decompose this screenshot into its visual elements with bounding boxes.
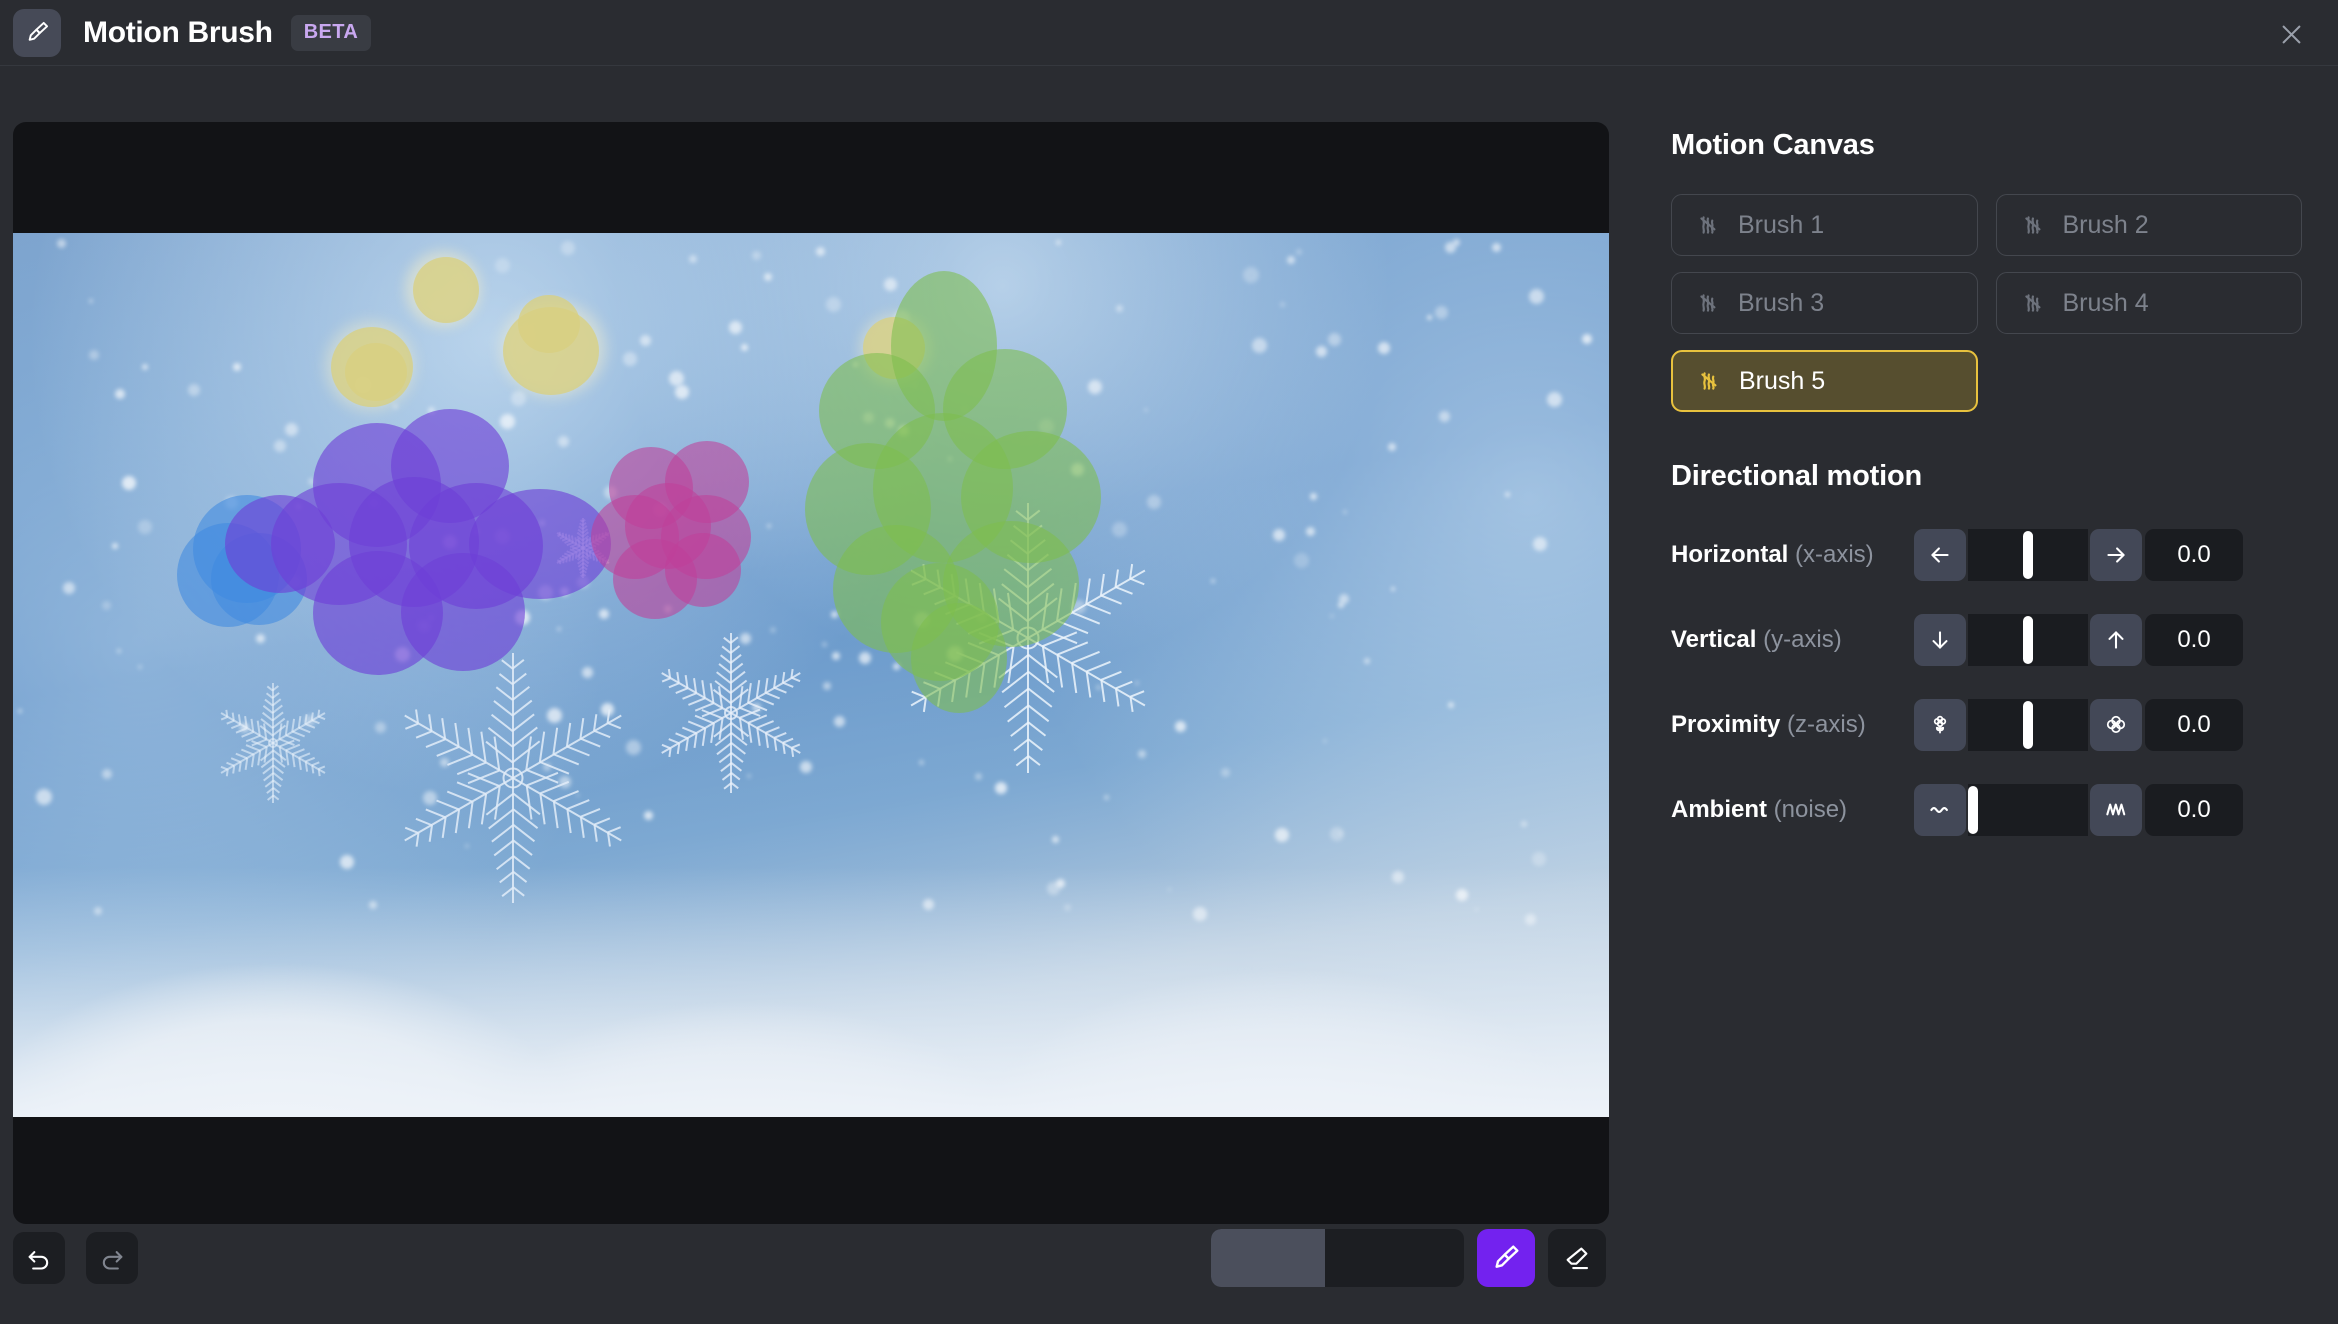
- proximity-slider[interactable]: [1968, 699, 2088, 751]
- scribble-icon: [1700, 294, 1716, 312]
- paintbrush-icon: [1495, 1245, 1519, 1268]
- motion-label-text: Vertical: [1671, 626, 1757, 653]
- redo-arrow-icon: [102, 1251, 123, 1270]
- undo-button[interactable]: [13, 1232, 65, 1284]
- brush-button-label: Brush 2: [2062, 210, 2149, 239]
- brush-button-1[interactable]: Brush 1: [1671, 194, 1978, 256]
- motion-axis-text: (y-axis): [1763, 626, 1842, 653]
- settings-panel: Motion Canvas Brush 1 Brush 2 Brush 3 Brush…: [1622, 66, 2338, 1324]
- decrease-vertical-button[interactable]: [1914, 614, 1966, 666]
- flower-small-icon: [1933, 715, 1947, 734]
- status-badge: BETA: [290, 14, 372, 51]
- brush-button-label: Brush 3: [1738, 288, 1825, 317]
- motion-row-horizontal: Horizontal (x-axis) 0.0: [1671, 529, 2302, 581]
- motion-label-horizontal: Horizontal (x-axis): [1671, 541, 1914, 569]
- proximity-value[interactable]: 0.0: [2145, 699, 2243, 751]
- undo-arrow-icon: [28, 1251, 49, 1270]
- motion-axis-text: (z-axis): [1787, 711, 1866, 738]
- scribble-icon: [1700, 216, 1716, 234]
- snowflake-crystal: [213, 683, 333, 803]
- vertical-value[interactable]: 0.0: [2145, 614, 2243, 666]
- motion-canvas-title: Motion Canvas: [1671, 129, 1875, 161]
- increase-ambient-button[interactable]: [2090, 784, 2142, 836]
- wave-high-icon: [2106, 803, 2126, 816]
- motion-label-ambient: Ambient (noise): [1671, 796, 1914, 824]
- wave-low-icon: [1930, 807, 1948, 813]
- brush-button-5[interactable]: Brush 5: [1671, 350, 1978, 412]
- ambient-slider-thumb[interactable]: [1968, 786, 1978, 834]
- ambient-value[interactable]: 0.0: [2145, 784, 2243, 836]
- decrease-ambient-button[interactable]: [1914, 784, 1966, 836]
- arrow-right-icon: [2107, 547, 2125, 563]
- decrease-proximity-button[interactable]: [1914, 699, 1966, 751]
- arrow-left-icon: [1931, 547, 1949, 563]
- horizontal-value[interactable]: 0.0: [2145, 529, 2243, 581]
- brush-tool-button[interactable]: [1477, 1229, 1535, 1287]
- close-icon[interactable]: [2270, 13, 2312, 55]
- motion-label-text: Ambient: [1671, 796, 1767, 823]
- brush-button-label: Brush 5: [1739, 366, 1826, 395]
- motion-canvas-preview[interactable]: [13, 122, 1609, 1224]
- arrow-down-icon: [1932, 631, 1948, 649]
- vertical-slider-thumb[interactable]: [2023, 616, 2033, 664]
- app-header: Motion Brush BETA: [0, 0, 2338, 66]
- brush-button-label: Brush 4: [2062, 288, 2149, 317]
- motion-label-proximity: Proximity (z-axis): [1671, 711, 1914, 739]
- motion-label-vertical: Vertical (y-axis): [1671, 626, 1914, 654]
- motion-row-vertical: Vertical (y-axis) 0.0: [1671, 614, 2302, 666]
- snowflake-crystal: [651, 633, 811, 793]
- vertical-slider[interactable]: [1968, 614, 2088, 666]
- paintbrush-icon: [13, 8, 61, 57]
- brush-size-slider[interactable]: [1211, 1229, 1464, 1287]
- brush-button-2[interactable]: Brush 2: [1995, 194, 2302, 256]
- scribble-icon: [1701, 372, 1717, 390]
- motion-row-ambient: Ambient (noise) 0.0: [1671, 784, 2302, 836]
- proximity-slider-thumb[interactable]: [2023, 701, 2033, 749]
- flower-large-icon: [2106, 715, 2126, 734]
- scribble-icon: [2024, 294, 2040, 312]
- snow-bank-haze: [13, 867, 1609, 1117]
- brush-button-label: Brush 1: [1738, 210, 1825, 239]
- directional-motion-title: Directional motion: [1671, 460, 1922, 492]
- motion-label-text: Horizontal: [1671, 541, 1789, 568]
- horizontal-slider-thumb[interactable]: [2023, 531, 2033, 579]
- page-title: Motion Brush: [83, 15, 273, 49]
- motion-axis-text: (x-axis): [1795, 541, 1874, 568]
- ambient-slider[interactable]: [1968, 784, 2088, 836]
- directional-motion-controls: Horizontal (x-axis) 0.0 Vertical (y-axis) 0…: [1671, 529, 2302, 836]
- eraser-tool-button[interactable]: [1548, 1229, 1606, 1287]
- eraser-icon: [1566, 1247, 1589, 1270]
- increase-horizontal-button[interactable]: [2090, 529, 2142, 581]
- motion-label-text: Proximity: [1671, 711, 1781, 738]
- decrease-horizontal-button[interactable]: [1914, 529, 1966, 581]
- redo-button[interactable]: [86, 1232, 138, 1284]
- motion-axis-text: (noise): [1773, 796, 1848, 823]
- horizontal-slider[interactable]: [1968, 529, 2088, 581]
- brush-size-fill: [1211, 1229, 1325, 1287]
- arrow-up-icon: [2108, 631, 2124, 649]
- scribble-icon: [2024, 216, 2040, 234]
- motion-row-proximity: Proximity (z-axis) 0.0: [1671, 699, 2302, 751]
- brush-list: Brush 1 Brush 2 Brush 3 Brush 4 Brush 5: [1671, 194, 2302, 412]
- brush-button-4[interactable]: Brush 4: [1995, 272, 2302, 334]
- increase-proximity-button[interactable]: [2090, 699, 2142, 751]
- brush-button-3[interactable]: Brush 3: [1671, 272, 1978, 334]
- snowflake-crystal: [388, 653, 638, 903]
- increase-vertical-button[interactable]: [2090, 614, 2142, 666]
- canvas-toolbar: [0, 1229, 1622, 1324]
- scene-image[interactable]: [13, 233, 1609, 1117]
